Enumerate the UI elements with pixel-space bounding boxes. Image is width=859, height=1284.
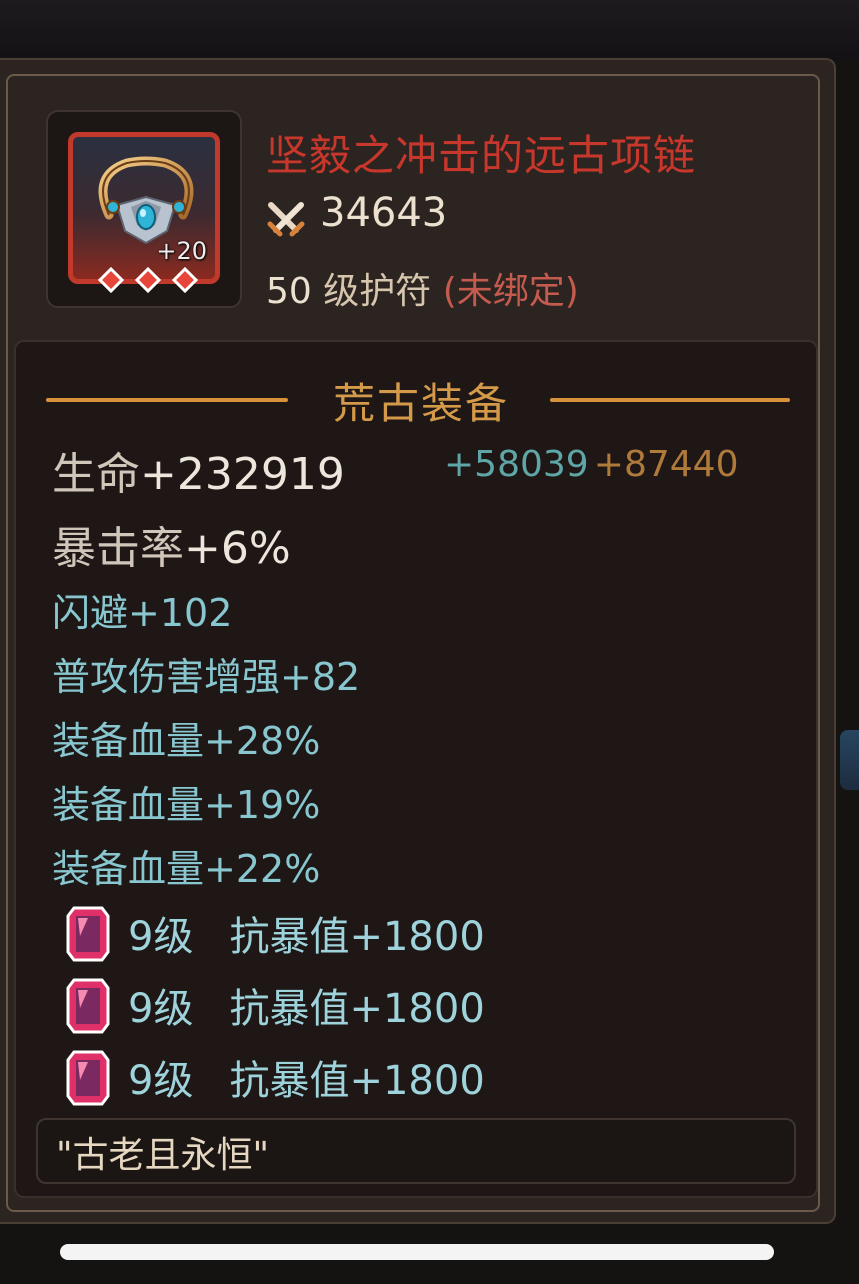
stat-value: +232919 [140,449,345,500]
pink-gem-icon [66,906,110,962]
item-level-number: 50 [266,271,312,312]
crossed-swords-icon [267,202,305,237]
pink-gem-icon [66,1050,110,1106]
item-icon-frame[interactable]: +20 [46,110,242,308]
item-level-type: 50 级护符 (未绑定) [266,262,579,314]
diamond-star-icon [97,267,125,293]
enhance-level: +20 [156,237,207,265]
gem-text: 9级 抗暴值+1800 [128,1048,485,1106]
gem-level: 9级 [128,986,194,1032]
sub-stat: 装备血量+19% [52,783,321,827]
item-name: 坚毅之冲击的远古项链 [266,131,697,180]
bonus-value-2: +87440 [593,444,739,485]
bind-status: (未绑定) [442,271,579,312]
hp-bonus-values: +58039 +87440 [444,444,738,485]
main-stat-hp: 生命+232919 [52,438,345,502]
divider-right [550,398,790,402]
stat-label: 生命 [52,449,140,500]
item-icon-slot: +20 [68,132,220,293]
stat-label: 暴击率 [52,523,184,574]
main-stat-crit: 暴击率+6% [52,512,291,576]
section-header: 荒古装备 [16,362,816,428]
diamond-star-icon [171,267,199,293]
diamond-star-icon [134,267,162,293]
gem-level: 9级 [128,1058,194,1104]
background-scene [0,0,859,60]
flavor-text-box: "古老且永恒" [36,1118,796,1184]
flavor-text: "古老且永恒" [56,1135,270,1176]
star-rating [97,267,199,293]
bonus-value-1: +58039 [444,444,589,485]
sub-stat: 装备血量+28% [52,719,321,763]
item-type: 级护符 [311,271,443,312]
sub-stat: 普攻伤害增强+82 [52,655,361,699]
divider-left [46,398,288,402]
gem-attr: 抗暴值+1800 [229,914,485,960]
background-edge-decoration [840,730,859,790]
home-indicator[interactable] [60,1244,774,1260]
stat-value: +6% [184,523,291,574]
sub-stat: 装备血量+22% [52,847,321,891]
gem-attr: 抗暴值+1800 [229,986,485,1032]
pink-gem-icon [66,978,110,1034]
gem-attr: 抗暴值+1800 [229,1058,485,1104]
gem-text: 9级 抗暴值+1800 [128,976,485,1034]
combat-power-value: 34643 [320,190,448,236]
gem-text: 9级 抗暴值+1800 [128,904,485,962]
gem-level: 9级 [128,914,194,960]
section-title: 荒古装备 [332,379,509,428]
sub-stat: 闪避+102 [52,591,233,635]
